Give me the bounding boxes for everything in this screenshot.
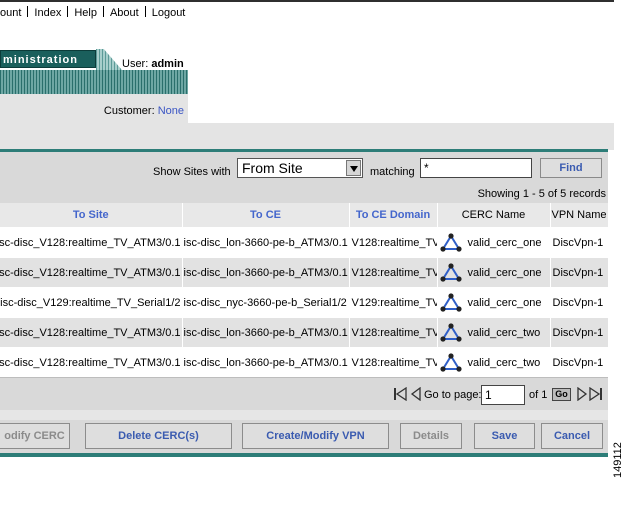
find-button[interactable]: Find [540,158,602,178]
panel-spacer [0,410,608,420]
records-bar: Showing 1 - 5 of 5 records [0,185,608,203]
work-area-header [0,123,614,150]
to-site-cell: isc-disc_V128:realtime_TV_ATM3/0.1 [0,317,183,348]
to-ce-domain-cell: V129:realtime_TV [349,287,438,318]
to-ce-cell: isc-disc_lon-3660-pe-b_ATM3/0.1 [182,257,350,288]
records-count: Showing 1 - 5 of 5 records [477,188,606,200]
to-ce-domain-cell: V128:realtime_TV [349,227,438,258]
show-sites-select[interactable]: From Site [237,158,363,178]
to-site-cell: isc-disc_V129:realtime_TV_Serial1/2 [0,287,183,318]
vpn-name-cell: DiscVpn-1 [550,227,609,258]
page-number-input[interactable] [481,385,525,405]
go-button[interactable]: Go [552,388,571,401]
cancel-button[interactable]: Cancel [541,423,603,449]
administration-tab[interactable]: ministration [0,50,96,68]
panel-bottom-border [0,453,608,457]
to-site-cell: isc-disc_V128:realtime_TV_ATM3/0.1 [0,257,183,288]
customer-bar: Customer: None [0,94,188,124]
cerc-name-cell: valid_cerc_one [437,257,551,288]
cerc-name-text: valid_cerc_one [467,236,542,249]
to-ce-cell: isc-disc_lon-3660-pe-b_ATM3/0.1 [182,227,350,258]
to-ce-cell: isc-disc_lon-3660-pe-b_ATM3/0.1 [182,347,350,377]
delete-cerc-button[interactable]: Delete CERC(s) [85,423,232,449]
tab-decoration [96,49,122,70]
nav-about-link[interactable]: About [110,7,139,19]
to-ce-domain-cell: V128:realtime_TV [349,257,438,288]
col-cerc-name-header: CERC Name [437,203,551,228]
select-value: From Site [242,160,303,176]
top-rule [0,0,614,2]
chevron-down-icon[interactable] [346,160,361,176]
user-info: User: admin [122,58,184,70]
next-page-icon[interactable] [576,387,588,401]
cerc-name-cell: valid_cerc_one [437,287,551,318]
vpn-name-cell: DiscVpn-1 [550,257,609,288]
cerc-topology-icon [439,322,462,342]
col-to-site-header[interactable]: To Site [0,203,183,228]
top-nav: ount Index Help About Logout [0,6,185,20]
matching-input[interactable] [420,158,532,178]
cerc-name-text: valid_cerc_one [467,296,542,309]
table-row[interactable]: isc-disc_V128:realtime_TV_ATM3/0.1 isc-di… [0,257,609,288]
table-row[interactable]: isc-disc_V128:realtime_TV_ATM3/0.1 isc-di… [0,347,609,377]
show-sites-label: Show Sites with [153,166,231,178]
cerc-topology-icon [439,292,462,312]
header-banner [0,70,188,94]
vpn-name-cell: DiscVpn-1 [550,317,609,348]
matching-label: matching [370,166,415,178]
modify-cerc-button[interactable]: odify CERC [0,423,70,449]
nav-logout-link[interactable]: Logout [152,7,186,19]
cerc-table: To Site To CE To CE Domain CERC Name VPN… [0,203,609,377]
go-to-page-label: Go to page: [424,389,482,401]
cerc-name-text: valid_cerc_two [467,326,541,339]
save-button[interactable]: Save [474,423,535,449]
to-ce-cell: isc-disc_nyc-3660-pe-b_Serial1/2 [182,287,350,318]
details-button[interactable]: Details [400,423,462,449]
customer-value-link[interactable]: None [158,105,184,117]
user-label: User: [122,58,149,70]
cerc-topology-icon [439,262,462,282]
nav-account-link[interactable]: ount [0,7,21,19]
table-row[interactable]: isc-disc_V128:realtime_TV_ATM3/0.1 isc-di… [0,317,609,348]
to-ce-cell: isc-disc_lon-3660-pe-b_ATM3/0.1 [182,317,350,348]
cerc-topology-icon [439,352,462,372]
nav-index-link[interactable]: Index [34,7,61,19]
table-row[interactable]: isc-disc_V129:realtime_TV_Serial1/2 isc-d… [0,287,609,318]
to-site-cell: isc-disc_V128:realtime_TV_ATM3/0.1 [0,347,183,377]
cerc-name-cell: valid_cerc_two [437,347,551,377]
last-page-icon[interactable] [588,387,603,401]
page-count-label: of 1 [529,389,548,401]
nav-help-link[interactable]: Help [74,7,97,19]
cerc-name-cell: valid_cerc_one [437,227,551,258]
col-to-ce-domain-header[interactable]: To CE Domain [349,203,438,228]
vpn-name-cell: DiscVpn-1 [550,347,609,377]
cerc-name-text: valid_cerc_one [467,266,542,279]
col-vpn-name-header: VPN Name [550,203,609,228]
prev-page-icon[interactable] [410,387,422,401]
user-value: admin [151,58,184,70]
table-row[interactable]: isc-disc_V128:realtime_TV_ATM3/0.1 isc-di… [0,227,609,258]
to-ce-domain-cell: V128:realtime_TV [349,347,438,377]
col-to-ce-header[interactable]: To CE [182,203,350,228]
cerc-name-cell: valid_cerc_two [437,317,551,348]
customer-info: Customer: None [104,105,184,117]
vpn-name-cell: DiscVpn-1 [550,287,609,318]
create-modify-vpn-button[interactable]: Create/Modify VPN [242,423,389,449]
customer-label: Customer: [103,105,155,117]
cerc-name-text: valid_cerc_two [467,356,541,369]
cerc-topology-icon [439,232,462,252]
to-site-cell: isc-disc_V128:realtime_TV_ATM3/0.1 [0,227,183,258]
first-page-icon[interactable] [393,387,408,401]
to-ce-domain-cell: V128:realtime_TV [349,317,438,348]
figure-number: 149112 [612,442,624,478]
table-header: To Site To CE To CE Domain CERC Name VPN… [0,203,609,228]
